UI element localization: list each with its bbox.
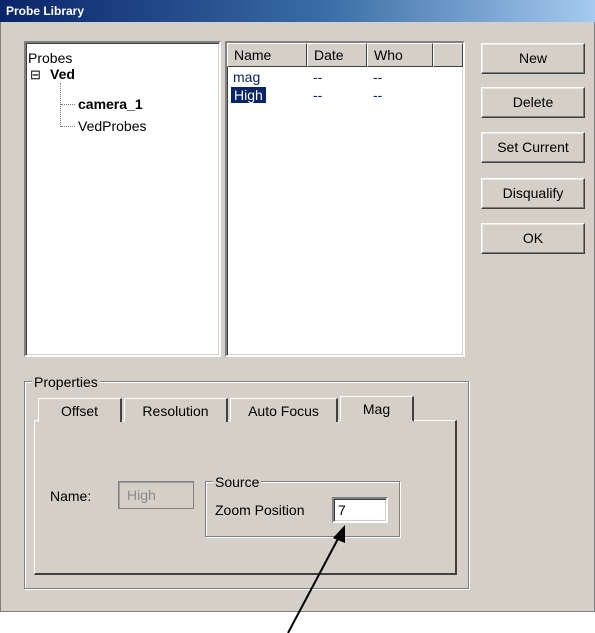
callout-arrowhead-icon [333,525,345,543]
callout-arrow-line [287,534,341,633]
callout-arrow [287,525,345,633]
